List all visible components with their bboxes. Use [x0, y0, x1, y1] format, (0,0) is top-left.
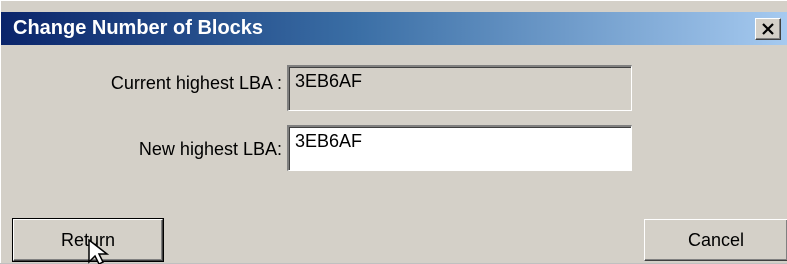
- cancel-button[interactable]: Cancel: [644, 219, 787, 261]
- current-highest-lba-field: 3EB6AF: [287, 65, 632, 111]
- current-highest-lba-label: Current highest LBA :: [110, 73, 282, 93]
- dialog-title: Change Number of Blocks: [13, 17, 264, 39]
- new-highest-lba-label: New highest LBA:: [138, 139, 282, 159]
- title-bar[interactable]: Change Number of Blocks: [1, 12, 787, 45]
- close-icon: [762, 23, 774, 35]
- return-button[interactable]: Return: [12, 218, 164, 262]
- new-highest-lba-input[interactable]: 3EB6AF: [287, 125, 632, 171]
- close-button[interactable]: [755, 18, 781, 40]
- dialog-window: Change Number of Blocks Current highest …: [0, 0, 787, 264]
